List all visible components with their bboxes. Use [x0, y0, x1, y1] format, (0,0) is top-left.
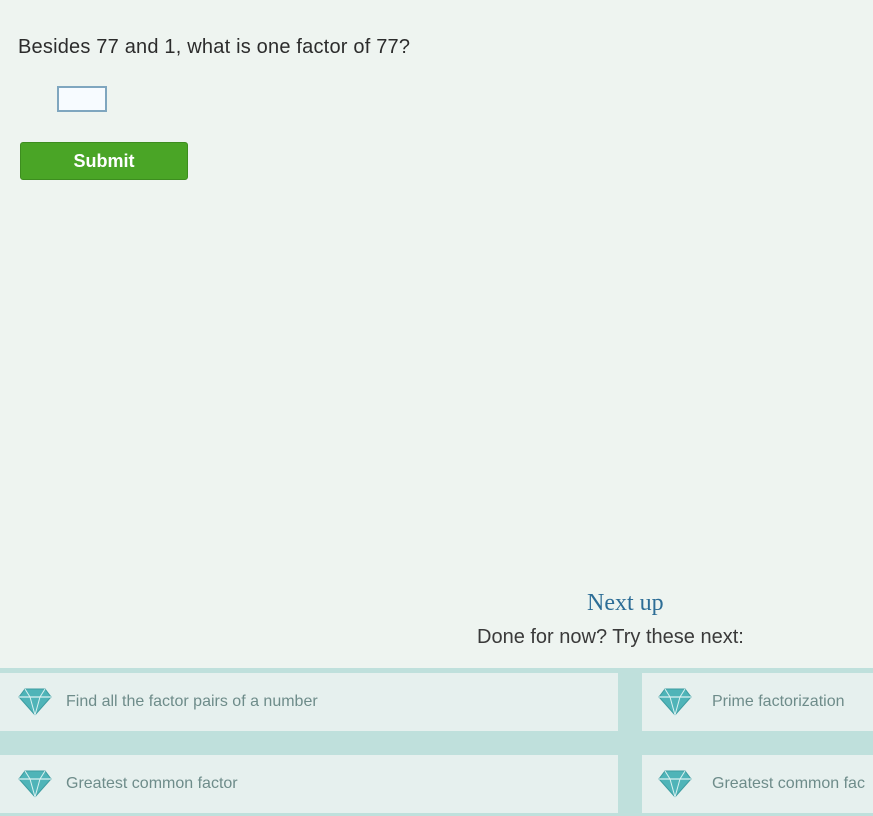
next-up-title: Next up	[587, 590, 664, 616]
diamond-icon	[658, 770, 692, 799]
skill-link-prime-factorization[interactable]: Prime factorization	[642, 673, 873, 731]
skill-label: Find all the factor pairs of a number	[66, 693, 318, 710]
skill-link-greatest-common-factor-2[interactable]: Greatest common fac	[642, 755, 873, 813]
skill-link-greatest-common-factor[interactable]: Greatest common factor	[0, 755, 618, 813]
skill-label: Greatest common factor	[66, 775, 238, 792]
diamond-icon	[658, 688, 692, 717]
submit-button[interactable]: Submit	[20, 142, 188, 180]
skill-link-factor-pairs[interactable]: Find all the factor pairs of a number	[0, 673, 618, 731]
answer-input[interactable]	[57, 86, 107, 112]
skill-label: Greatest common fac	[712, 775, 865, 792]
diamond-icon	[18, 770, 52, 799]
skill-label: Prime factorization	[712, 693, 845, 710]
question-text: Besides 77 and 1, what is one factor of …	[18, 36, 411, 58]
next-up-subtitle: Done for now? Try these next:	[477, 626, 744, 648]
diamond-icon	[18, 688, 52, 717]
